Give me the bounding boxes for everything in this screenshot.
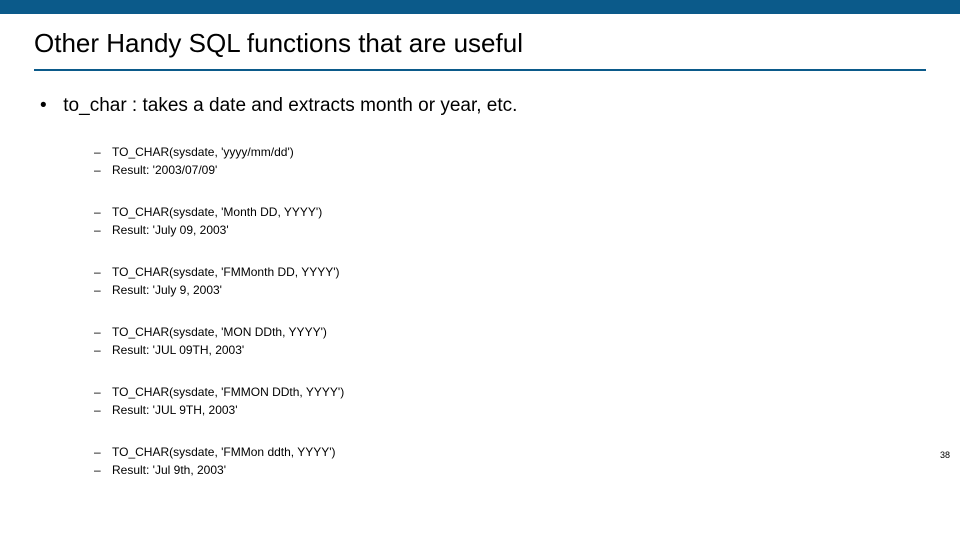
- example-func-text: TO_CHAR(sysdate, 'Month DD, YYYY'): [112, 203, 322, 221]
- dash-icon: –: [94, 461, 112, 479]
- dash-icon: –: [94, 341, 112, 359]
- example-result: – Result: 'July 9, 2003': [94, 281, 926, 299]
- example-result: – Result: 'JUL 9TH, 2003': [94, 401, 926, 419]
- example-func: – TO_CHAR(sysdate, 'yyyy/mm/dd'): [94, 143, 926, 161]
- dash-icon: –: [94, 401, 112, 419]
- example-result: – Result: '2003/07/09': [94, 161, 926, 179]
- example-func: – TO_CHAR(sysdate, 'FMMON DDth, YYYY'): [94, 383, 926, 401]
- example-result-text: Result: 'JUL 09TH, 2003': [112, 341, 244, 359]
- dash-icon: –: [94, 143, 112, 161]
- example-func-text: TO_CHAR(sysdate, 'FMMonth DD, YYYY'): [112, 263, 340, 281]
- example-result-text: Result: '2003/07/09': [112, 161, 217, 179]
- example-group: – TO_CHAR(sysdate, 'FMMON DDth, YYYY') –…: [94, 383, 926, 419]
- example-group: – TO_CHAR(sysdate, 'yyyy/mm/dd') – Resul…: [94, 143, 926, 179]
- examples-list: – TO_CHAR(sysdate, 'yyyy/mm/dd') – Resul…: [94, 143, 926, 479]
- example-group: – TO_CHAR(sysdate, 'Month DD, YYYY') – R…: [94, 203, 926, 239]
- example-func: – TO_CHAR(sysdate, 'MON DDth, YYYY'): [94, 323, 926, 341]
- main-bullet-text: to_char : takes a date and extracts mont…: [63, 95, 517, 116]
- example-func-text: TO_CHAR(sysdate, 'FMMON DDth, YYYY'): [112, 383, 344, 401]
- example-func: – TO_CHAR(sysdate, 'FMMon ddth, YYYY'): [94, 443, 926, 461]
- example-func-text: TO_CHAR(sysdate, 'yyyy/mm/dd'): [112, 143, 294, 161]
- bullet-dot: •: [40, 95, 58, 117]
- dash-icon: –: [94, 383, 112, 401]
- slide-content: Other Handy SQL functions that are usefu…: [0, 14, 960, 479]
- example-result-text: Result: 'JUL 9TH, 2003': [112, 401, 238, 419]
- dash-icon: –: [94, 281, 112, 299]
- example-result-text: Result: 'July 09, 2003': [112, 221, 229, 239]
- example-func: – TO_CHAR(sysdate, 'Month DD, YYYY'): [94, 203, 926, 221]
- dash-icon: –: [94, 221, 112, 239]
- dash-icon: –: [94, 161, 112, 179]
- example-result-text: Result: 'July 9, 2003': [112, 281, 222, 299]
- dash-icon: –: [94, 203, 112, 221]
- example-func-text: TO_CHAR(sysdate, 'FMMon ddth, YYYY'): [112, 443, 336, 461]
- dash-icon: –: [94, 443, 112, 461]
- example-func: – TO_CHAR(sysdate, 'FMMonth DD, YYYY'): [94, 263, 926, 281]
- top-accent-bar: [0, 0, 960, 14]
- example-result-text: Result: 'Jul 9th, 2003': [112, 461, 226, 479]
- dash-icon: –: [94, 323, 112, 341]
- slide-title: Other Handy SQL functions that are usefu…: [34, 28, 926, 71]
- example-result: – Result: 'Jul 9th, 2003': [94, 461, 926, 479]
- example-group: – TO_CHAR(sysdate, 'MON DDth, YYYY') – R…: [94, 323, 926, 359]
- example-group: – TO_CHAR(sysdate, 'FMMon ddth, YYYY') –…: [94, 443, 926, 479]
- example-result: – Result: 'July 09, 2003': [94, 221, 926, 239]
- page-number: 38: [940, 450, 950, 460]
- example-group: – TO_CHAR(sysdate, 'FMMonth DD, YYYY') –…: [94, 263, 926, 299]
- main-bullet: • to_char : takes a date and extracts mo…: [40, 95, 926, 117]
- example-result: – Result: 'JUL 09TH, 2003': [94, 341, 926, 359]
- dash-icon: –: [94, 263, 112, 281]
- example-func-text: TO_CHAR(sysdate, 'MON DDth, YYYY'): [112, 323, 327, 341]
